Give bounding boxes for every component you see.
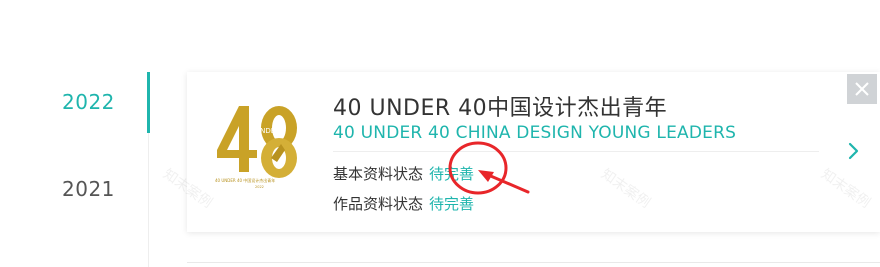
active-year-indicator xyxy=(147,72,150,133)
award-title-en: 40 UNDER 40 CHINA DESIGN YOUNG LEADERS xyxy=(333,123,737,143)
logo-year: 2022 xyxy=(255,185,264,189)
basic-info-status-label: 基本资料状态 xyxy=(333,165,424,183)
works-info-status-link[interactable]: 待完善 xyxy=(429,195,474,213)
next-card-edge xyxy=(187,262,880,263)
award-card[interactable]: UNDER 40 UNDER 40 中国设计杰出青年 2022 40 UNDER… xyxy=(187,72,880,232)
logo-caption: 40 UNDER 40 中国设计杰出青年 xyxy=(215,177,275,183)
year-2022[interactable]: 2022 xyxy=(62,90,115,114)
timeline-line xyxy=(148,133,149,267)
card-divider xyxy=(333,151,819,152)
year-2021[interactable]: 2021 xyxy=(62,177,115,201)
logo-under-text: UNDER xyxy=(255,127,280,135)
basic-info-status-row: 基本资料状态 待完善 xyxy=(333,163,474,184)
works-info-status-row: 作品资料状态 待完善 xyxy=(333,193,474,214)
award-logo: UNDER 40 UNDER 40 中国设计杰出青年 2022 xyxy=(209,92,309,192)
works-info-status-label: 作品资料状态 xyxy=(333,195,424,213)
close-icon xyxy=(855,82,869,96)
chevron-right-icon[interactable] xyxy=(846,140,862,162)
close-button[interactable] xyxy=(847,74,877,104)
basic-info-status-link[interactable]: 待完善 xyxy=(429,165,474,183)
award-title-cn: 40 UNDER 40中国设计杰出青年 xyxy=(333,96,668,121)
